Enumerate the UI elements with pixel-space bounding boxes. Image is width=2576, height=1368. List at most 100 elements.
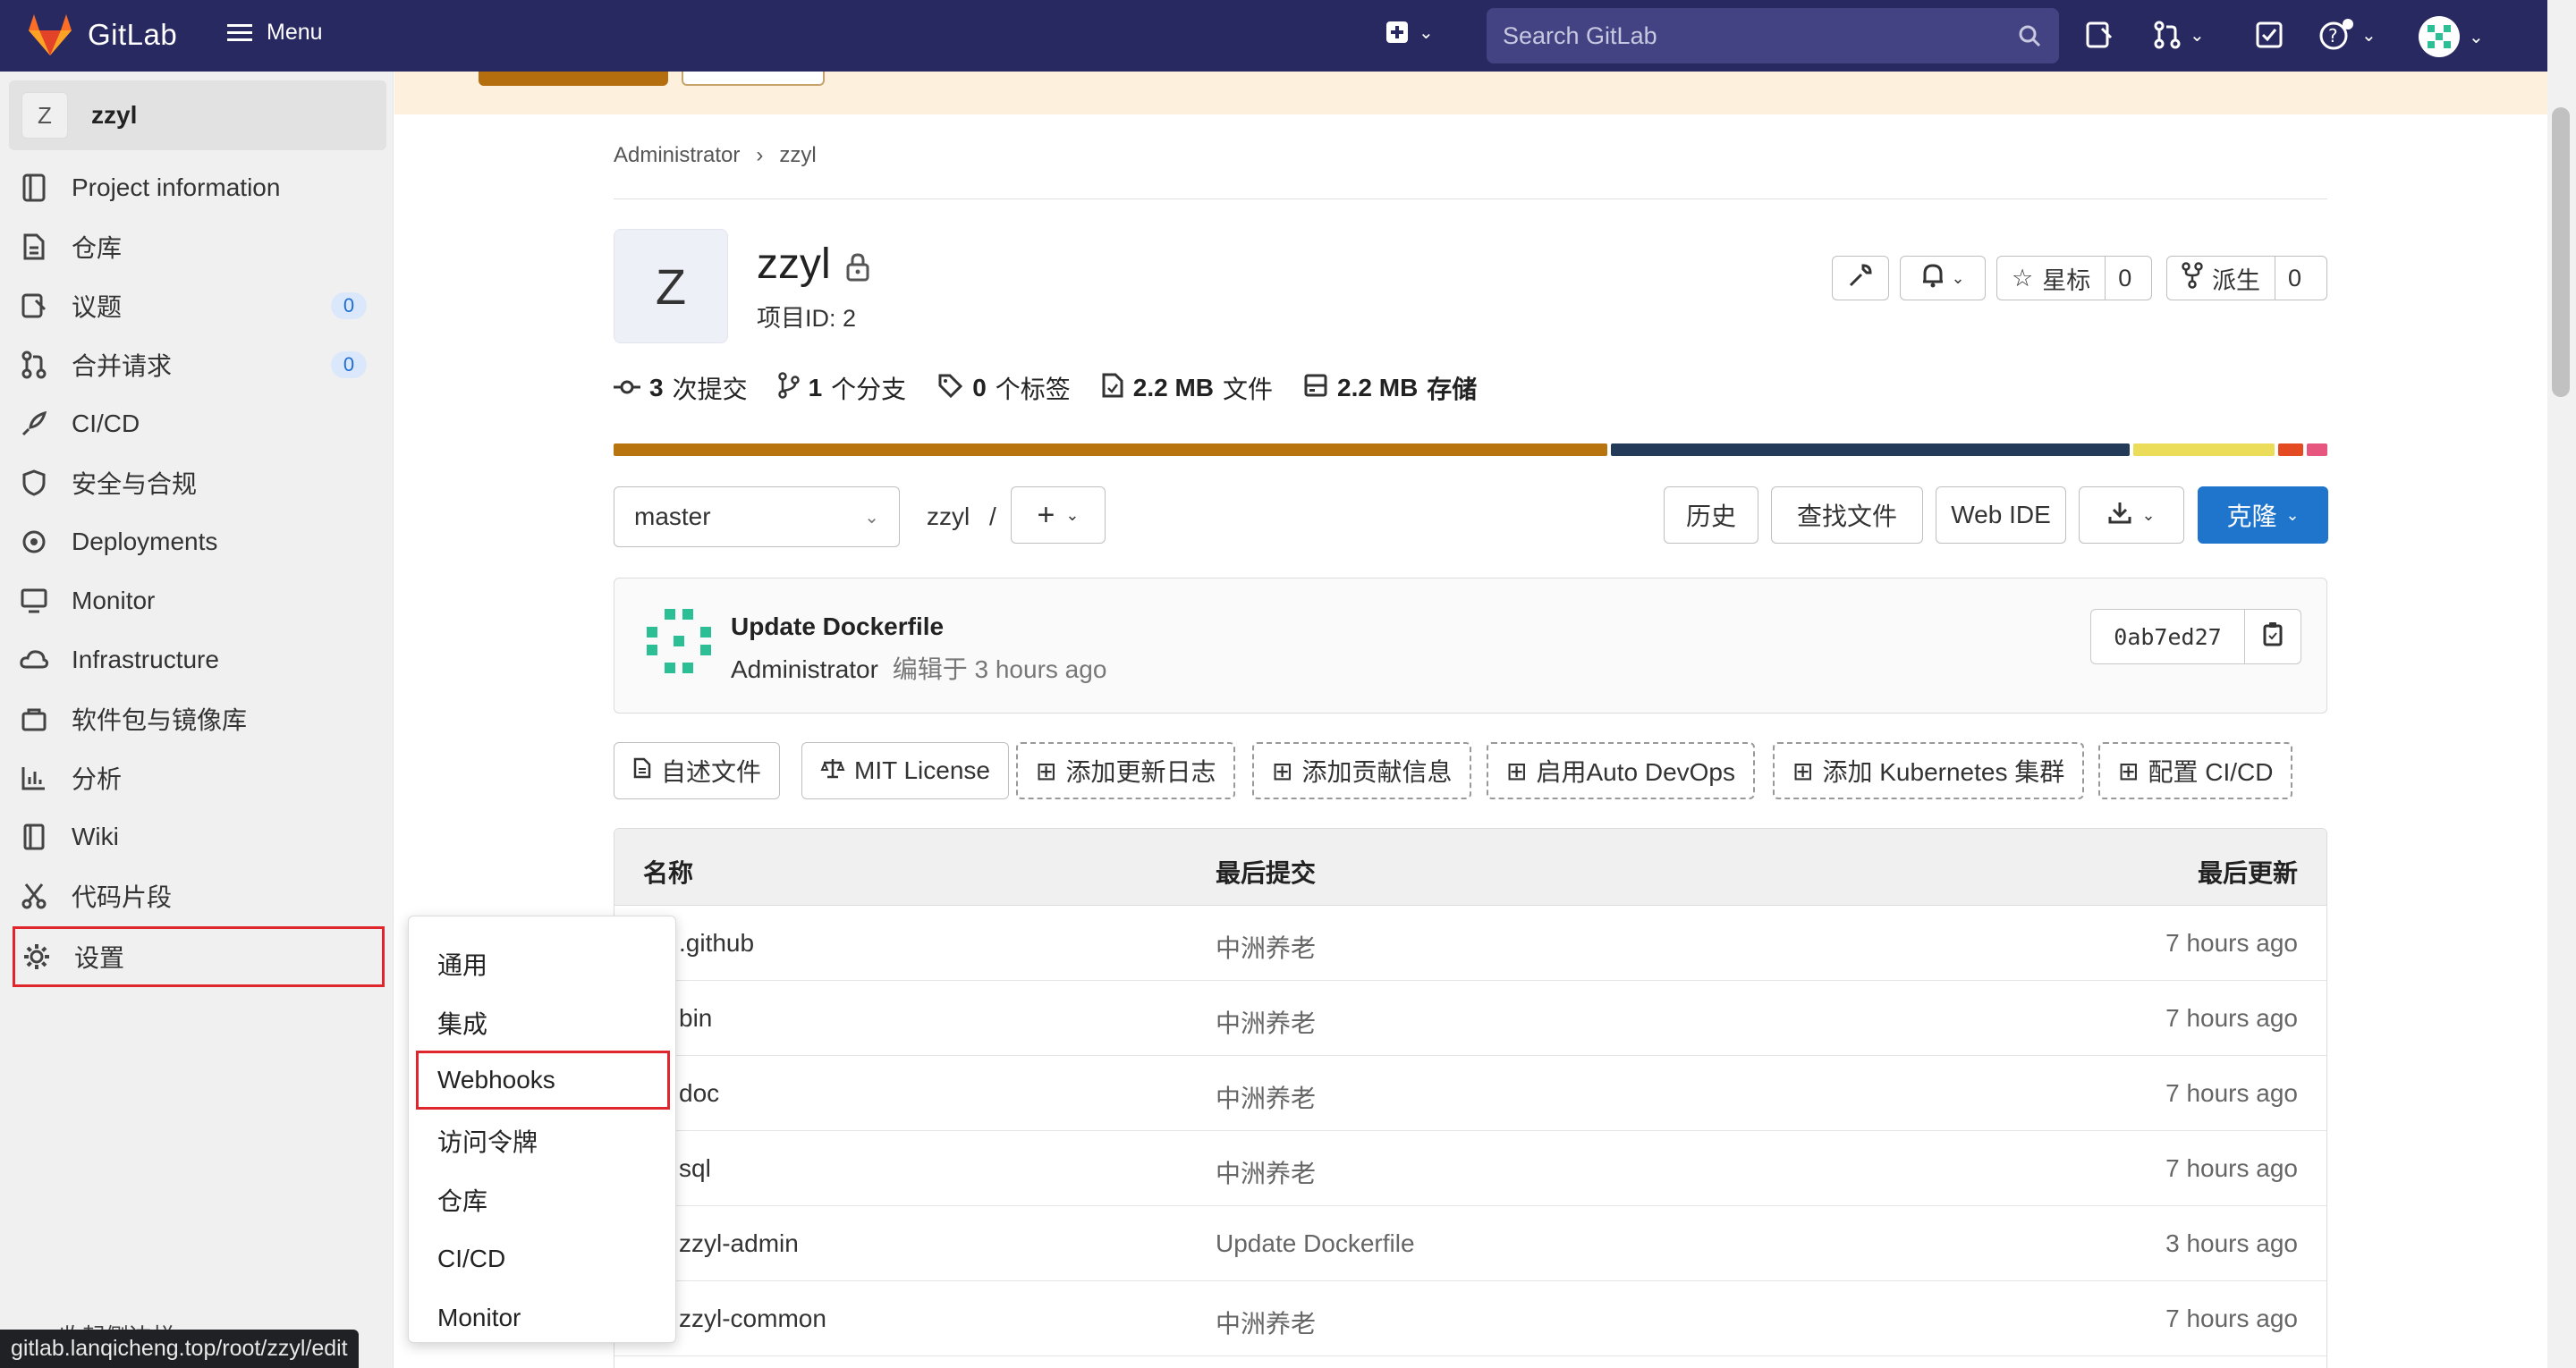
- stat-tags[interactable]: 0 个标签: [936, 370, 1071, 406]
- stat-branches[interactable]: 1 个分支: [777, 370, 906, 406]
- user-menu[interactable]: ⌄: [2419, 16, 2484, 57]
- breadcrumb-item-administrator[interactable]: Administrator: [614, 143, 740, 168]
- sidebar-item-packages[interactable]: 软件包与镜像库: [16, 694, 377, 744]
- file-name[interactable]: zzyl-admin: [679, 1229, 799, 1258]
- sidebar-project-header[interactable]: Z zzyl: [9, 80, 386, 150]
- star-count[interactable]: 0: [2105, 257, 2144, 300]
- license-button[interactable]: MIT License: [801, 742, 1009, 799]
- chevron-down-icon: ⌄: [1065, 505, 1080, 524]
- file-last-commit[interactable]: Update Dockerfile: [1216, 1229, 1415, 1258]
- menu-item-repository[interactable]: 仓库: [409, 1170, 675, 1229]
- table-row[interactable]: .github 中洲养老 7 hours ago: [614, 906, 2326, 981]
- sidebar-item-snippets[interactable]: 代码片段: [16, 871, 377, 921]
- table-row[interactable]: zzyl-common 中洲养老 7 hours ago: [614, 1281, 2326, 1356]
- project-settings-button[interactable]: [1832, 256, 1889, 300]
- language-segment-2[interactable]: [1611, 443, 2130, 456]
- breadcrumb-item-project[interactable]: zzyl: [779, 143, 816, 168]
- sidebar-item-settings[interactable]: 设置: [13, 926, 385, 987]
- fork-count[interactable]: 0: [2275, 257, 2314, 300]
- web-ide-button[interactable]: Web IDE: [1936, 486, 2066, 544]
- fork-button[interactable]: 派生 0: [2166, 256, 2327, 300]
- history-button[interactable]: 历史: [1664, 486, 1758, 544]
- download-dropdown[interactable]: ⌄: [2079, 486, 2184, 544]
- sidebar-item-infrastructure[interactable]: Infrastructure: [16, 635, 377, 685]
- file-last-update: 7 hours ago: [2165, 1079, 2298, 1107]
- issues-shortcut[interactable]: [2084, 20, 2114, 50]
- gitlab-logo[interactable]: GitLab: [27, 13, 177, 57]
- file-last-commit[interactable]: 中洲养老: [1216, 1004, 1316, 1040]
- sidebar-item-wiki[interactable]: Wiki: [16, 812, 377, 862]
- enable-auto-devops-button[interactable]: ⊞ 启用Auto DevOps: [1487, 742, 1755, 799]
- file-last-commit[interactable]: 中洲养老: [1216, 1305, 1316, 1340]
- search-icon: [2019, 25, 2041, 47]
- file-name[interactable]: sql: [679, 1154, 711, 1183]
- add-contributing-button[interactable]: ⊞ 添加贡献信息: [1252, 742, 1472, 799]
- language-segment-3[interactable]: [2132, 443, 2275, 456]
- sidebar-item-analytics[interactable]: 分析: [16, 753, 377, 803]
- commit-author-avatar[interactable]: [643, 605, 715, 677]
- sidebar-item-security[interactable]: 安全与合规: [16, 458, 377, 508]
- add-changelog-button[interactable]: ⊞ 添加更新日志: [1016, 742, 1236, 799]
- banner-secondary-button[interactable]: [682, 72, 825, 86]
- table-row[interactable]: zzyl-admin Update Dockerfile 3 hours ago: [614, 1206, 2326, 1281]
- copy-icon: [2261, 621, 2284, 654]
- table-row[interactable]: sql 中洲养老 7 hours ago: [614, 1131, 2326, 1206]
- add-to-tree-dropdown[interactable]: + ⌄: [1011, 486, 1106, 544]
- stat-storage[interactable]: 2.2 MB 存储: [1303, 370, 1477, 406]
- commit-author[interactable]: Administrator: [731, 655, 878, 683]
- file-last-commit[interactable]: 中洲养老: [1216, 929, 1316, 965]
- menu-item-access-tokens[interactable]: 访问令牌: [409, 1111, 675, 1170]
- add-kubernetes-cluster-button[interactable]: ⊞ 添加 Kubernetes 集群: [1773, 742, 2085, 799]
- merge-requests-shortcut[interactable]: ⌄: [2152, 20, 2205, 50]
- banner-primary-button[interactable]: [479, 72, 668, 86]
- shield-icon: [16, 465, 52, 501]
- file-last-commit[interactable]: 中洲养老: [1216, 1154, 1316, 1190]
- stat-commits[interactable]: 3 次提交: [614, 370, 748, 406]
- table-row[interactable]: bin 中洲养老 7 hours ago: [614, 981, 2326, 1056]
- file-name[interactable]: bin: [679, 1004, 712, 1033]
- file-last-update: 3 hours ago: [2165, 1229, 2298, 1257]
- notification-settings-button[interactable]: ⌄: [1900, 256, 1986, 300]
- file-name[interactable]: doc: [679, 1079, 719, 1108]
- sidebar-item-issues[interactable]: 议题 0: [16, 281, 377, 331]
- sidebar-item-deployments[interactable]: Deployments: [16, 517, 377, 567]
- readme-button[interactable]: 自述文件: [614, 742, 781, 799]
- star-button[interactable]: ☆ 星标 0: [1996, 256, 2152, 300]
- commit-sha[interactable]: 0ab7ed27: [2091, 610, 2245, 663]
- find-file-button[interactable]: 查找文件: [1771, 486, 1923, 544]
- file-last-commit[interactable]: 中洲养老: [1216, 1079, 1316, 1115]
- path-root[interactable]: zzyl: [927, 502, 970, 530]
- search-input[interactable]: Search GitLab: [1487, 8, 2059, 63]
- chevron-down-icon: ⌄: [2469, 27, 2484, 47]
- table-row[interactable]: doc 中洲养老 7 hours ago: [614, 1056, 2326, 1131]
- menu-item-ci-cd[interactable]: CI/CD: [409, 1229, 675, 1288]
- stat-files[interactable]: 2.2 MB 文件: [1101, 370, 1273, 406]
- repository-languages-bar[interactable]: [614, 443, 2327, 456]
- commit-title[interactable]: Update Dockerfile: [731, 612, 944, 641]
- menu-item-monitor[interactable]: Monitor: [409, 1288, 675, 1347]
- menu-item-integrations[interactable]: 集成: [409, 993, 675, 1052]
- menu-button[interactable]: Menu: [227, 20, 323, 46]
- branch-selector[interactable]: master ⌄: [614, 486, 900, 547]
- menu-item-general[interactable]: 通用: [409, 934, 675, 993]
- scrollbar-thumb[interactable]: [2552, 107, 2570, 397]
- sidebar-item-label: Monitor: [72, 587, 156, 614]
- language-segment-5[interactable]: [2307, 443, 2327, 456]
- clone-dropdown[interactable]: 克隆 ⌄: [2198, 486, 2328, 544]
- storage-icon: [1303, 373, 1328, 404]
- configure-ci-cd-button[interactable]: ⊞ 配置 CI/CD: [2098, 742, 2293, 799]
- sidebar-item-merge-requests[interactable]: 合并请求 0: [16, 340, 377, 390]
- language-segment-4[interactable]: [2277, 443, 2304, 456]
- sidebar-item-repository[interactable]: 仓库: [16, 222, 377, 272]
- menu-item-webhooks[interactable]: Webhooks: [416, 1051, 670, 1110]
- file-name[interactable]: zzyl-common: [679, 1305, 826, 1333]
- sidebar-item-monitor[interactable]: Monitor: [16, 576, 377, 626]
- file-name[interactable]: .github: [679, 929, 754, 958]
- copy-sha-button[interactable]: [2245, 610, 2301, 663]
- sidebar-item-ci-cd[interactable]: CI/CD: [16, 399, 377, 449]
- todos-shortcut[interactable]: [2254, 20, 2284, 50]
- create-new-dropdown[interactable]: ⌄: [1385, 20, 1434, 45]
- language-segment-1[interactable]: [614, 443, 1608, 456]
- sidebar-item-project-information[interactable]: Project information: [16, 163, 377, 213]
- help-dropdown[interactable]: ? ⌄: [2318, 18, 2377, 52]
